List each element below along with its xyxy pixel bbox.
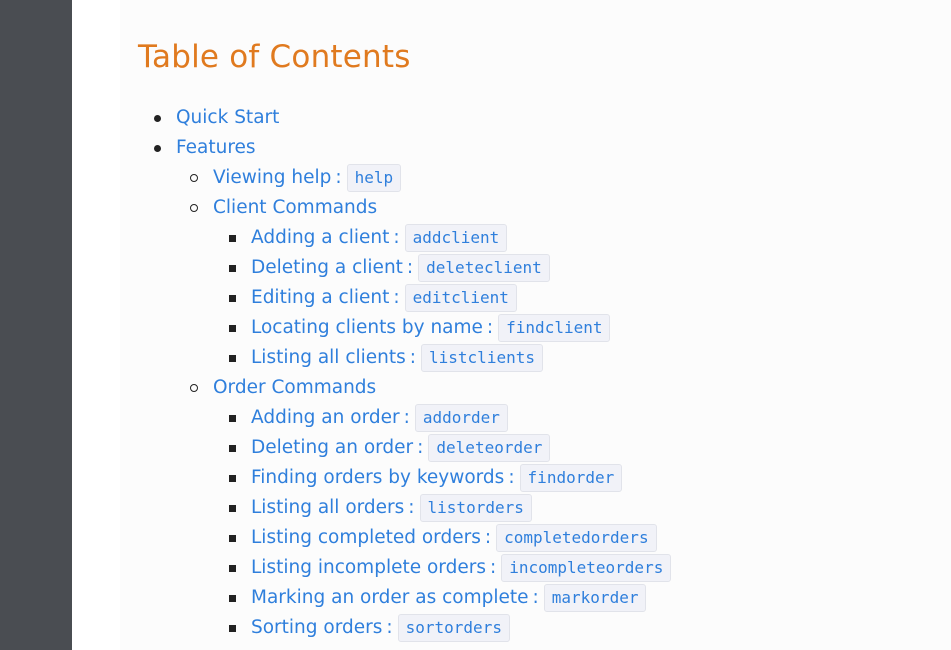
square-bullet-icon [229,625,236,632]
toc-link-sorting-orders[interactable]: Sorting orders [251,613,382,643]
toc-link-order-commands[interactable]: Order Commands [213,373,376,403]
toc-link-listing-incomplete[interactable]: Listing incomplete orders [251,553,486,583]
command-markorder[interactable]: markorder [543,584,647,612]
square-bullet-icon [229,265,236,272]
separator-colon: : [409,347,417,368]
toc-item-editing-client: Editing a client : editclient [229,283,517,313]
circle-bullet-icon [190,204,198,212]
document-content: Table of Contents Quick Start Features V… [120,0,951,650]
command-deleteorder[interactable]: deleteorder [428,434,551,462]
command-findorder[interactable]: findorder [519,464,623,492]
disc-bullet-icon [154,145,161,152]
toc-link-editing-client[interactable]: Editing a client [251,283,389,313]
toc-link-features[interactable]: Features [176,133,256,163]
toc-item-marking-order: Marking an order as complete : markorder [229,583,647,613]
toc-link-listing-completed[interactable]: Listing completed orders [251,523,481,553]
toc-link-locating-clients[interactable]: Locating clients by name [251,313,483,343]
separator-colon: : [508,467,515,488]
separator-colon: : [403,407,410,428]
disc-bullet-icon [154,115,161,122]
toc-item-sorting-orders: Sorting orders : sortorders [229,613,510,643]
toc-link-quick-start[interactable]: Quick Start [176,103,279,133]
toc-item-listing-orders: Listing all orders : listorders [229,493,532,523]
separator-colon: : [406,257,414,278]
toc-item-quick-start: Quick Start [154,103,279,133]
command-addclient[interactable]: addclient [404,224,508,252]
command-completedorders[interactable]: completedorders [496,524,657,552]
toc-link-marking-order[interactable]: Marking an order as complete [251,583,529,613]
square-bullet-icon [229,475,236,482]
separator-colon: : [393,287,400,308]
square-bullet-icon [229,565,236,572]
toc-link-listing-clients[interactable]: Listing all clients [251,343,406,373]
square-bullet-icon [229,235,236,242]
toc-item-client-commands: Client Commands [190,193,377,223]
command-deleteclient[interactable]: deleteclient [418,254,550,282]
toc-link-deleting-order[interactable]: Deleting an order [251,433,413,463]
square-bullet-icon [229,505,236,512]
separator-colon: : [408,497,415,518]
separator-colon: : [489,557,497,578]
circle-bullet-icon [190,174,198,182]
toc-link-viewing-help[interactable]: Viewing help [213,163,331,193]
separator-colon: : [393,227,400,248]
separator-colon: : [335,167,342,188]
square-bullet-icon [229,415,236,422]
command-listclients[interactable]: listclients [421,344,543,372]
square-bullet-icon [229,295,236,302]
toc-item-viewing-help: Viewing help : help [190,163,402,193]
circle-bullet-icon [190,384,198,392]
separator-colon: : [532,587,539,608]
command-editclient[interactable]: editclient [404,284,517,312]
separator-colon: : [417,437,424,458]
toc-item-listing-incomplete: Listing incomplete orders : incompleteor… [229,553,672,583]
toc-item-listing-completed: Listing completed orders : completedorde… [229,523,657,553]
command-addorder[interactable]: addorder [414,404,508,432]
square-bullet-icon [229,325,236,332]
toc-link-finding-orders[interactable]: Finding orders by keywords [251,463,504,493]
content-gutter [72,0,120,650]
toc-item-order-commands: Order Commands [190,373,376,403]
toc-item-adding-order: Adding an order : addorder [229,403,508,433]
toc-item-features: Features [154,133,256,163]
toc-link-adding-order[interactable]: Adding an order [251,403,400,433]
separator-colon: : [486,317,494,338]
toc-link-listing-orders[interactable]: Listing all orders [251,493,404,523]
command-incompleteorders[interactable]: incompleteorders [501,554,672,582]
separator-colon: : [484,527,492,548]
toc-item-deleting-order: Deleting an order : deleteorder [229,433,551,463]
toc-item-listing-clients: Listing all clients : listclients [229,343,543,373]
sidebar-panel [0,0,72,650]
command-help[interactable]: help [346,164,402,192]
command-listorders[interactable]: listorders [419,494,532,522]
square-bullet-icon [229,595,236,602]
toc-item-locating-clients: Locating clients by name : findclient [229,313,611,343]
toc-link-adding-client[interactable]: Adding a client [251,223,389,253]
command-sortorders[interactable]: sortorders [397,614,510,642]
square-bullet-icon [229,535,236,542]
page-title: Table of Contents [138,39,411,75]
toc-link-client-commands[interactable]: Client Commands [213,193,377,223]
toc-item-deleting-client: Deleting a client : deleteclient [229,253,550,283]
separator-colon: : [386,617,393,638]
command-findclient[interactable]: findclient [498,314,611,342]
toc-item-finding-orders: Finding orders by keywords : findorder [229,463,623,493]
toc-link-deleting-client[interactable]: Deleting a client [251,253,403,283]
square-bullet-icon [229,445,236,452]
square-bullet-icon [229,355,236,362]
toc-item-adding-client: Adding a client : addclient [229,223,508,253]
